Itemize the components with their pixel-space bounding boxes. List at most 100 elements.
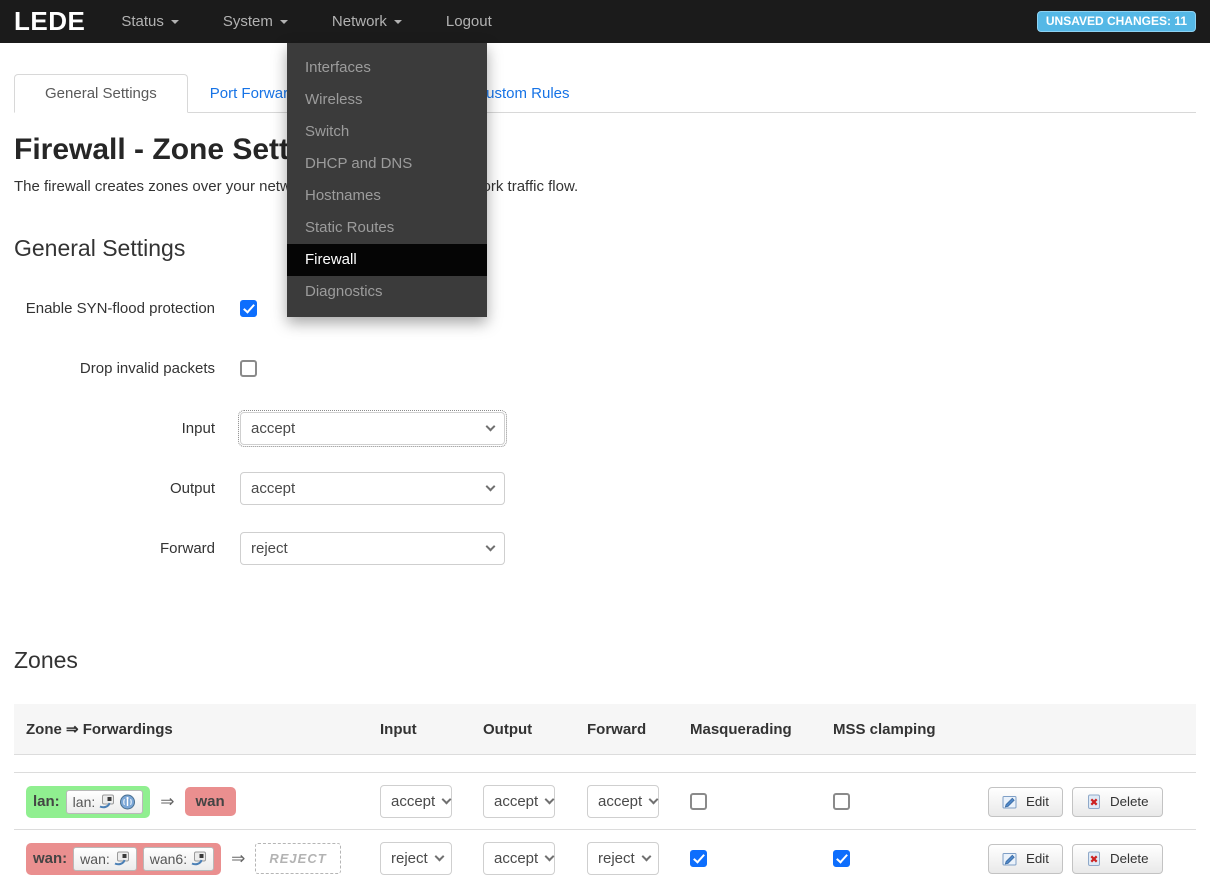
menu-item-dhcp-and-dns[interactable]: DHCP and DNS [287, 148, 487, 180]
masquerading-checkbox[interactable] [690, 793, 707, 810]
zone-forward-select[interactable]: accept [587, 785, 659, 818]
output-select[interactable]: accept [240, 472, 505, 505]
menu-item-hostnames[interactable]: Hostnames [287, 180, 487, 212]
nav-item-logout[interactable]: Logout [424, 0, 514, 43]
app-logo[interactable]: LEDE [14, 6, 85, 37]
mss-clamping-checkbox[interactable] [833, 850, 850, 867]
zone-badge-lan: lan:lan: [26, 786, 150, 818]
menu-item-wireless[interactable]: Wireless [287, 84, 487, 116]
nav-item-label: Network [332, 13, 387, 30]
main-content: General SettingsPort ForwardsTraffic Rul… [0, 70, 1210, 879]
actions-cell: Edit Delete [988, 844, 1196, 874]
zone-name: lan: [33, 793, 60, 810]
mss-clamping-checkbox[interactable] [833, 793, 850, 810]
select-value: accept [251, 420, 295, 437]
chevron-down-icon [442, 795, 452, 805]
nav-item-label: System [223, 13, 273, 30]
output-cell: accept [483, 842, 587, 875]
zones-table-body: lan:lan: ⇒ wan accept accept accept Edit Delete… [14, 772, 1196, 879]
edit-button[interactable]: Edit [988, 787, 1063, 817]
select-value: accept [494, 850, 538, 867]
forward-cell: reject [587, 842, 690, 875]
zone-row-wan: wan:wan:wan6:⇒REJECTrejectacceptrejectEd… [14, 829, 1196, 879]
nav-item-network[interactable]: Network [310, 0, 424, 43]
input-select[interactable]: accept [240, 412, 505, 445]
zone-name: wan: [33, 850, 67, 867]
ethernet-icon [114, 851, 130, 866]
chevron-down-icon [649, 795, 659, 805]
forward-select[interactable]: reject [240, 532, 505, 565]
field-label: Forward [14, 540, 240, 557]
target-zone-badge: wan [185, 787, 236, 816]
select-value: accept [391, 793, 435, 810]
nav-item-status[interactable]: Status [99, 0, 201, 43]
column-header-forward: Forward [587, 720, 690, 738]
edit-button[interactable]: Edit [988, 844, 1063, 874]
field-label: Enable SYN-flood protection [14, 300, 240, 317]
navbar-menu: Status System Network Logout [99, 0, 513, 43]
zone-badge-wan: wan:wan:wan6: [26, 843, 221, 875]
mss-clamping-cell [833, 850, 988, 867]
delete-button[interactable]: Delete [1072, 787, 1163, 817]
column-header-input: Input [380, 720, 483, 738]
zone-forwardings-cell: lan:lan: ⇒ wan [26, 786, 380, 818]
edit-button-label: Edit [1026, 851, 1049, 866]
drop-invalid-packets-checkbox[interactable] [240, 360, 257, 377]
zone-input-select[interactable]: reject [380, 842, 452, 875]
edit-button-label: Edit [1026, 794, 1049, 809]
nav-item-system[interactable]: System [201, 0, 310, 43]
menu-item-firewall[interactable]: Firewall [287, 244, 487, 276]
form-row-enable-syn-flood-protection: Enable SYN-flood protection [14, 292, 1196, 325]
forward-arrow: ⇒ [231, 849, 245, 869]
field-label: Input [14, 420, 240, 437]
chevron-down-icon [486, 422, 496, 432]
input-cell: reject [380, 842, 483, 875]
form-row-drop-invalid-packets: Drop invalid packets [14, 352, 1196, 385]
chevron-down-icon [171, 20, 179, 24]
nav-item-label: Status [121, 13, 164, 30]
network-badge-wan: wan: [73, 847, 137, 871]
delete-icon [1086, 794, 1102, 810]
menu-item-switch[interactable]: Switch [287, 116, 487, 148]
menu-item-static-routes[interactable]: Static Routes [287, 212, 487, 244]
zone-output-select[interactable]: accept [483, 842, 555, 875]
unsaved-changes-badge[interactable]: UNSAVED CHANGES: 11 [1037, 11, 1196, 32]
zone-forward-select[interactable]: reject [587, 842, 659, 875]
column-header-masquerading: Masquerading [690, 720, 833, 738]
delete-button-label: Delete [1110, 851, 1149, 866]
chevron-down-icon [434, 852, 444, 862]
zone-output-select[interactable]: accept [483, 785, 555, 818]
select-value: accept [251, 480, 295, 497]
column-header-actions [988, 720, 1196, 738]
field-label: Drop invalid packets [14, 360, 240, 377]
forward-arrow: ⇒ [160, 792, 174, 812]
masquerading-checkbox[interactable] [690, 850, 707, 867]
delete-button-label: Delete [1110, 794, 1149, 809]
chevron-down-icon [486, 542, 496, 552]
wifi-icon [119, 794, 136, 810]
zones-table: Zone ⇒ ForwardingsInputOutputForwardMasq… [14, 704, 1196, 879]
general-settings-form: Enable SYN-flood protection Drop invalid … [14, 292, 1196, 565]
tab-general-settings[interactable]: General Settings [14, 74, 188, 113]
zone-forwardings-cell: wan:wan:wan6:⇒REJECT [26, 843, 380, 875]
form-row-forward: Forward reject [14, 532, 1196, 565]
select-value: reject [251, 540, 288, 557]
mss-clamping-cell [833, 793, 988, 810]
zone-input-select[interactable]: accept [380, 785, 452, 818]
column-header-mss-clamping: MSS clamping [833, 720, 988, 738]
chevron-down-icon [545, 852, 555, 862]
masquerading-cell [690, 793, 833, 810]
delete-icon [1086, 851, 1102, 867]
page-description: The firewall creates zones over your net… [14, 178, 1196, 195]
edit-icon [1002, 851, 1018, 867]
ethernet-icon [191, 851, 207, 866]
delete-button[interactable]: Delete [1072, 844, 1163, 874]
chevron-down-icon [280, 20, 288, 24]
column-header-zone-forwardings: Zone ⇒ Forwardings [26, 720, 380, 738]
edit-icon [1002, 794, 1018, 810]
input-cell: accept [380, 785, 483, 818]
tab-bar: General SettingsPort ForwardsTraffic Rul… [14, 70, 1196, 113]
menu-item-diagnostics[interactable]: Diagnostics [287, 276, 487, 308]
enable-syn-flood-protection-checkbox[interactable] [240, 300, 257, 317]
menu-item-interfaces[interactable]: Interfaces [287, 52, 487, 84]
